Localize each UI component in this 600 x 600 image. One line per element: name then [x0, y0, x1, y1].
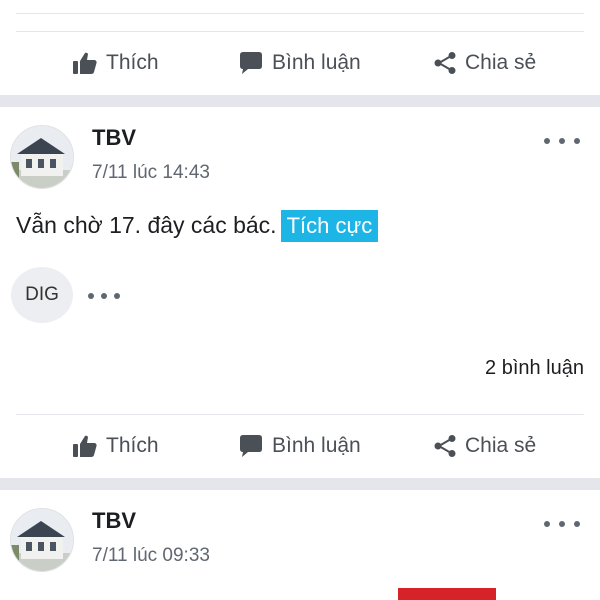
comment-bubble-icon: [238, 434, 264, 458]
share-label: Chia sẻ: [465, 51, 537, 74]
more-options-icon[interactable]: [544, 518, 580, 530]
house-avatar-image: [11, 126, 73, 188]
share-icon: [433, 434, 457, 458]
post: TBV 7/11 lúc 09:33: [0, 490, 600, 600]
like-button[interactable]: Thích: [72, 414, 159, 478]
share-button[interactable]: Chia sẻ: [433, 414, 536, 478]
avatar[interactable]: [10, 508, 74, 572]
post-author[interactable]: TBV: [92, 508, 136, 534]
thumbs-up-icon: [72, 51, 98, 75]
comment-label: Bình luận: [272, 434, 361, 457]
top-divider: [16, 13, 584, 14]
like-label: Thích: [106, 51, 159, 74]
like-button[interactable]: Thích: [72, 31, 159, 95]
sentiment-tag: [398, 588, 496, 600]
reaction-avatar[interactable]: DIG: [11, 267, 73, 323]
sentiment-tag: Tích cực: [280, 210, 379, 242]
house-avatar-image: [11, 509, 73, 571]
thumbs-up-icon: [72, 434, 98, 458]
comment-button[interactable]: Bình luận: [238, 414, 361, 478]
post-timestamp[interactable]: 7/11 lúc 09:33: [92, 545, 210, 567]
post-actions-bar: Thích Bình luận Chia sẻ: [0, 31, 600, 95]
post-body: Vẫn chờ 17. đây các bác. Tích cực: [16, 210, 379, 242]
avatar[interactable]: [10, 125, 74, 189]
more-reactions-icon[interactable]: [88, 292, 120, 300]
comment-label: Bình luận: [272, 51, 361, 74]
comment-count[interactable]: 2 bình luận: [485, 357, 584, 380]
share-icon: [433, 51, 457, 75]
more-options-icon[interactable]: [544, 135, 580, 147]
post: TBV 7/11 lúc 14:43 Vẫn chờ 17. đây các b…: [0, 107, 600, 397]
reaction-avatar-label: DIG: [25, 284, 59, 305]
post-text: Vẫn chờ 17. đây các bác.: [16, 212, 277, 238]
share-label: Chia sẻ: [465, 434, 537, 457]
comment-bubble-icon: [238, 51, 264, 75]
comment-button[interactable]: Bình luận: [238, 31, 361, 95]
like-label: Thích: [106, 434, 159, 457]
post-separator: [0, 478, 600, 490]
post-author[interactable]: TBV: [92, 125, 136, 151]
post-actions-bar: Thích Bình luận Chia sẻ: [0, 414, 600, 478]
share-button[interactable]: Chia sẻ: [433, 31, 536, 95]
post-timestamp[interactable]: 7/11 lúc 14:43: [92, 162, 210, 184]
post-separator: [0, 95, 600, 107]
